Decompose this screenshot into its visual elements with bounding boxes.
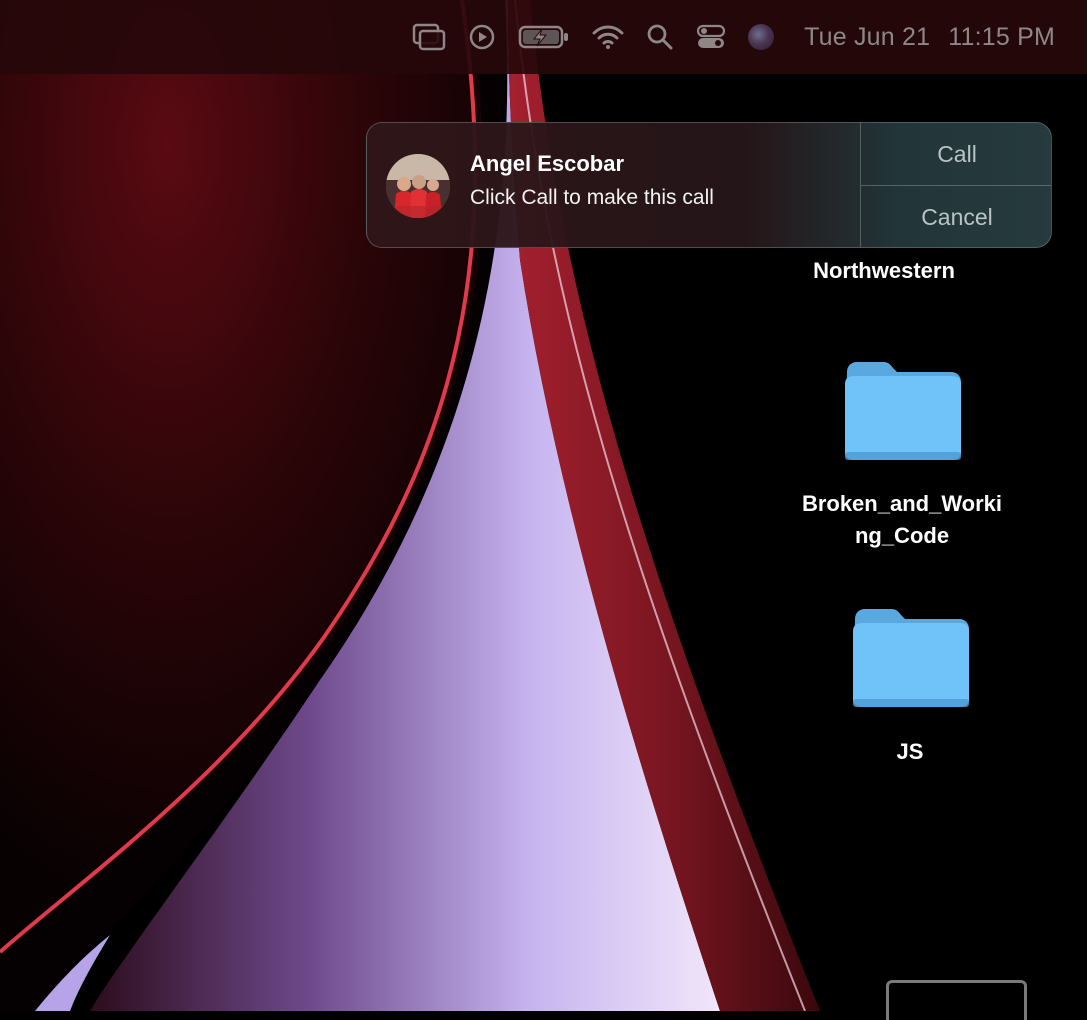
call-button[interactable]: Call (861, 123, 1051, 186)
call-notification[interactable]: Angel Escobar Click Call to make this ca… (366, 122, 1052, 248)
folder-icon[interactable] (843, 360, 963, 462)
menu-bar-time: 11:15 PM (948, 22, 1055, 51)
menu-bar: Tue Jun 21 11:15 PM (0, 0, 1087, 74)
notification-title: Angel Escobar (470, 151, 625, 176)
wifi-icon[interactable] (592, 0, 624, 74)
desktop-item-broken-and-working-code-label[interactable]: Broken_and_Worki ng_Code (776, 488, 1028, 552)
notification-actions: Call Cancel (860, 123, 1051, 247)
search-icon[interactable] (646, 0, 674, 74)
control-center-icon[interactable] (696, 0, 726, 74)
folder-icon[interactable] (851, 607, 971, 709)
menu-bar-clock[interactable]: Tue Jun 21 11:15 PM (804, 0, 1055, 74)
menu-bar-date: Tue Jun 21 (804, 22, 931, 51)
desktop-item-js-label[interactable]: JS (860, 736, 960, 768)
cancel-button[interactable]: Cancel (861, 186, 1051, 247)
notification-message: Click Call to make this call (470, 186, 714, 209)
desktop-item-partial[interactable] (886, 980, 1027, 1020)
play-icon[interactable] (468, 0, 496, 74)
desktop-item-label-line2: ng_Code (854, 523, 950, 548)
screen-mirroring-icon[interactable] (412, 0, 446, 74)
siri-icon[interactable] (748, 0, 775, 74)
avatar (386, 154, 450, 218)
desktop-item-northwestern-label[interactable]: Northwestern (784, 255, 984, 287)
notification-body[interactable]: Angel Escobar Click Call to make this ca… (367, 123, 860, 247)
battery-charging-icon[interactable] (518, 0, 570, 74)
desktop-item-label-line1: Broken_and_Worki (801, 491, 1003, 516)
